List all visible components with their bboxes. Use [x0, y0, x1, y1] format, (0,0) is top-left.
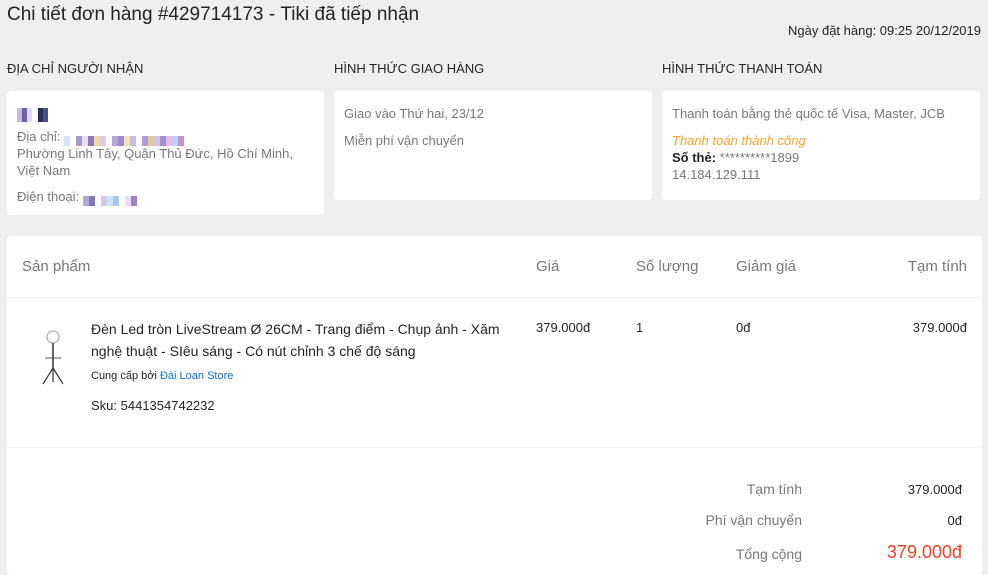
- payment-card: Thanh toán bằng thẻ quốc tế Visa, Master…: [662, 91, 980, 200]
- product-subtotal: 379.000đ: [912, 320, 967, 335]
- order-status: Tiki đã tiếp nhận: [280, 4, 420, 25]
- supplier-link[interactable]: Đài Loan Store: [160, 370, 233, 382]
- phone-label: Điện thoại:: [17, 189, 80, 204]
- recipient-card: Địa chỉ: Phường Linh Tây, Quận Thủ Đức, …: [7, 91, 324, 215]
- card-number-row: Số thẻ: **********1899: [672, 149, 970, 166]
- summary-total-value: 379.000đ: [886, 542, 962, 562]
- summary-total-label: Tổng cộng: [735, 546, 802, 562]
- supplier-prefix: Cung cấp bởi: [91, 370, 160, 382]
- summary-shipping-value: 0đ: [947, 513, 962, 528]
- summary-subtotal-label: Tạm tính: [746, 481, 802, 497]
- product-name-link[interactable]: Đèn Led tròn LiveStream Ø 26CM - Trang đ…: [91, 318, 511, 362]
- ring-light-icon: [42, 330, 64, 385]
- recipient-address: Địa chỉ: Phường Linh Tây, Quận Thủ Đức, …: [17, 128, 314, 179]
- col-quantity: Số lượng: [636, 258, 699, 275]
- recipient-name-redacted: [17, 105, 314, 122]
- summary-subtotal-value: 379.000đ: [907, 482, 962, 497]
- product-price: 379.000đ: [536, 320, 591, 335]
- card-label: Số thẻ:: [672, 150, 717, 165]
- address-text: Phường Linh Tây, Quận Thủ Đức, Hồ Chí Mi…: [17, 146, 293, 178]
- product-sku: Sku: 5441354742232: [91, 398, 215, 413]
- col-subtotal: Tạm tính: [907, 258, 967, 275]
- order-items-panel: Sản phẩm Giá Số lượng Giảm giá Tạm tính …: [7, 236, 982, 575]
- payment-section-title: HÌNH THỨC THANH TOÁN: [662, 61, 823, 76]
- payment-ip: 14.184.129.111: [672, 167, 761, 182]
- address-redacted: [63, 133, 184, 146]
- col-price: Giá: [536, 258, 560, 275]
- recipient-section-title: ĐỊA CHỈ NGƯỜI NHẬN: [7, 61, 144, 76]
- summary-shipping-label: Phí vận chuyển: [705, 512, 802, 528]
- table-row: Đèn Led tròn LiveStream Ø 26CM - Trang đ…: [7, 298, 982, 448]
- order-date: Ngày đặt hàng: 09:25 20/12/2019: [788, 23, 981, 38]
- product-quantity: 1: [636, 320, 644, 335]
- product-image[interactable]: [35, 328, 71, 388]
- order-title: Chi tiết đơn hàng #429714173 -: [7, 4, 281, 25]
- address-label: Địa chỉ:: [17, 129, 61, 144]
- shipping-section-title: HÌNH THỨC GIAO HÀNG: [334, 61, 485, 76]
- delivery-date: Giao vào Thứ hai, 23/12: [344, 106, 484, 121]
- phone-redacted: [82, 193, 137, 206]
- product-supplier: Cung cấp bởi Đài Loan Store: [91, 370, 233, 382]
- payment-status: Thanh toán thành công: [672, 133, 806, 148]
- col-product: Sản phẩm: [22, 258, 91, 275]
- product-discount: 0đ: [736, 320, 751, 335]
- card-number: **********1899: [716, 150, 800, 165]
- page-title: Chi tiết đơn hàng #429714173 - Tiki đã t…: [7, 4, 419, 26]
- table-header: Sản phẩm Giá Số lượng Giảm giá Tạm tính: [7, 236, 982, 298]
- recipient-phone: Điện thoại:: [17, 188, 314, 206]
- payment-method: Thanh toán bằng thẻ quốc tế Visa, Master…: [672, 106, 945, 121]
- col-discount: Giảm giá: [736, 258, 797, 275]
- shipping-card: Giao vào Thứ hai, 23/12 Miễn phí vận chu…: [334, 91, 652, 200]
- shipping-fee: Miễn phí vận chuyển: [344, 133, 464, 148]
